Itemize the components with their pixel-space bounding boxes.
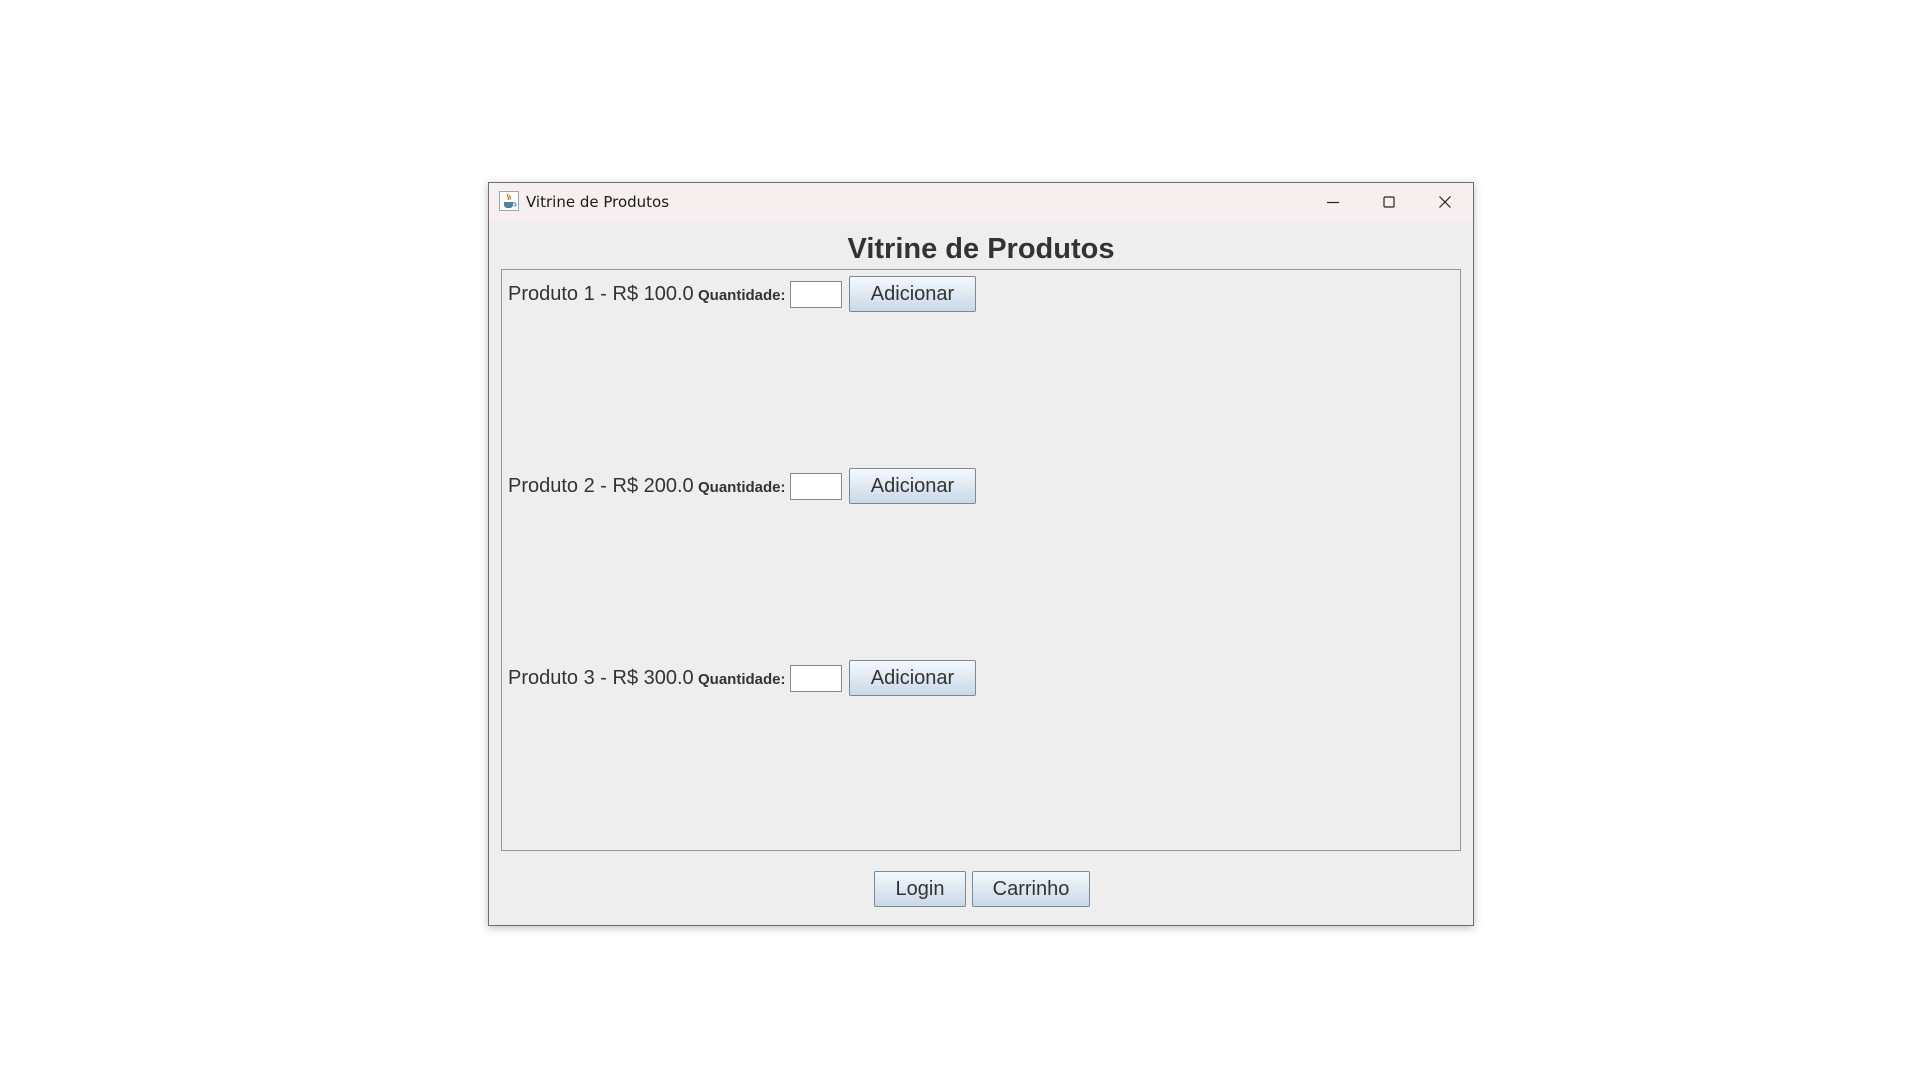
quantity-label: Quantidade: — [698, 671, 786, 688]
app-window: Vitrine de Produtos Vitrine de Produtos — [488, 182, 1474, 926]
login-button[interactable]: Login — [874, 871, 966, 907]
add-button[interactable]: Adicionar — [849, 276, 976, 312]
product-row: Produto 3 - R$ 300.0 Quantidade: Adicion… — [508, 660, 1008, 696]
quantity-label: Quantidade: — [698, 287, 786, 304]
close-button[interactable] — [1417, 183, 1473, 221]
minimize-button[interactable] — [1305, 183, 1361, 221]
footer-bar: Login Carrinho — [489, 871, 1473, 911]
quantity-input[interactable] — [790, 473, 842, 500]
maximize-button[interactable] — [1361, 183, 1417, 221]
desktop: Vitrine de Produtos Vitrine de Produtos — [0, 0, 1920, 1080]
add-button[interactable]: Adicionar — [849, 660, 976, 696]
product-name: Produto 3 - R$ 300.0 — [508, 667, 694, 689]
quantity-input[interactable] — [790, 281, 842, 308]
product-name: Produto 1 - R$ 100.0 — [508, 283, 694, 305]
maximize-icon — [1383, 196, 1395, 208]
product-row: Produto 1 - R$ 100.0 Quantidade: Adicion… — [508, 276, 1008, 312]
quantity-input[interactable] — [790, 665, 842, 692]
page-title: Vitrine de Produtos — [847, 233, 1115, 265]
java-cup-icon — [499, 191, 519, 211]
product-name: Produto 2 - R$ 200.0 — [508, 475, 694, 497]
product-row: Produto 2 - R$ 200.0 Quantidade: Adicion… — [508, 468, 1008, 504]
quantity-label: Quantidade: — [698, 479, 786, 496]
products-panel: Produto 1 - R$ 100.0 Quantidade: Adicion… — [501, 269, 1461, 851]
window-title: Vitrine de Produtos — [526, 193, 670, 211]
title-bar[interactable]: Vitrine de Produtos — [489, 183, 1473, 221]
cart-button[interactable]: Carrinho — [972, 871, 1090, 907]
close-icon — [1439, 196, 1451, 208]
minimize-icon — [1327, 201, 1339, 204]
add-button[interactable]: Adicionar — [849, 468, 976, 504]
